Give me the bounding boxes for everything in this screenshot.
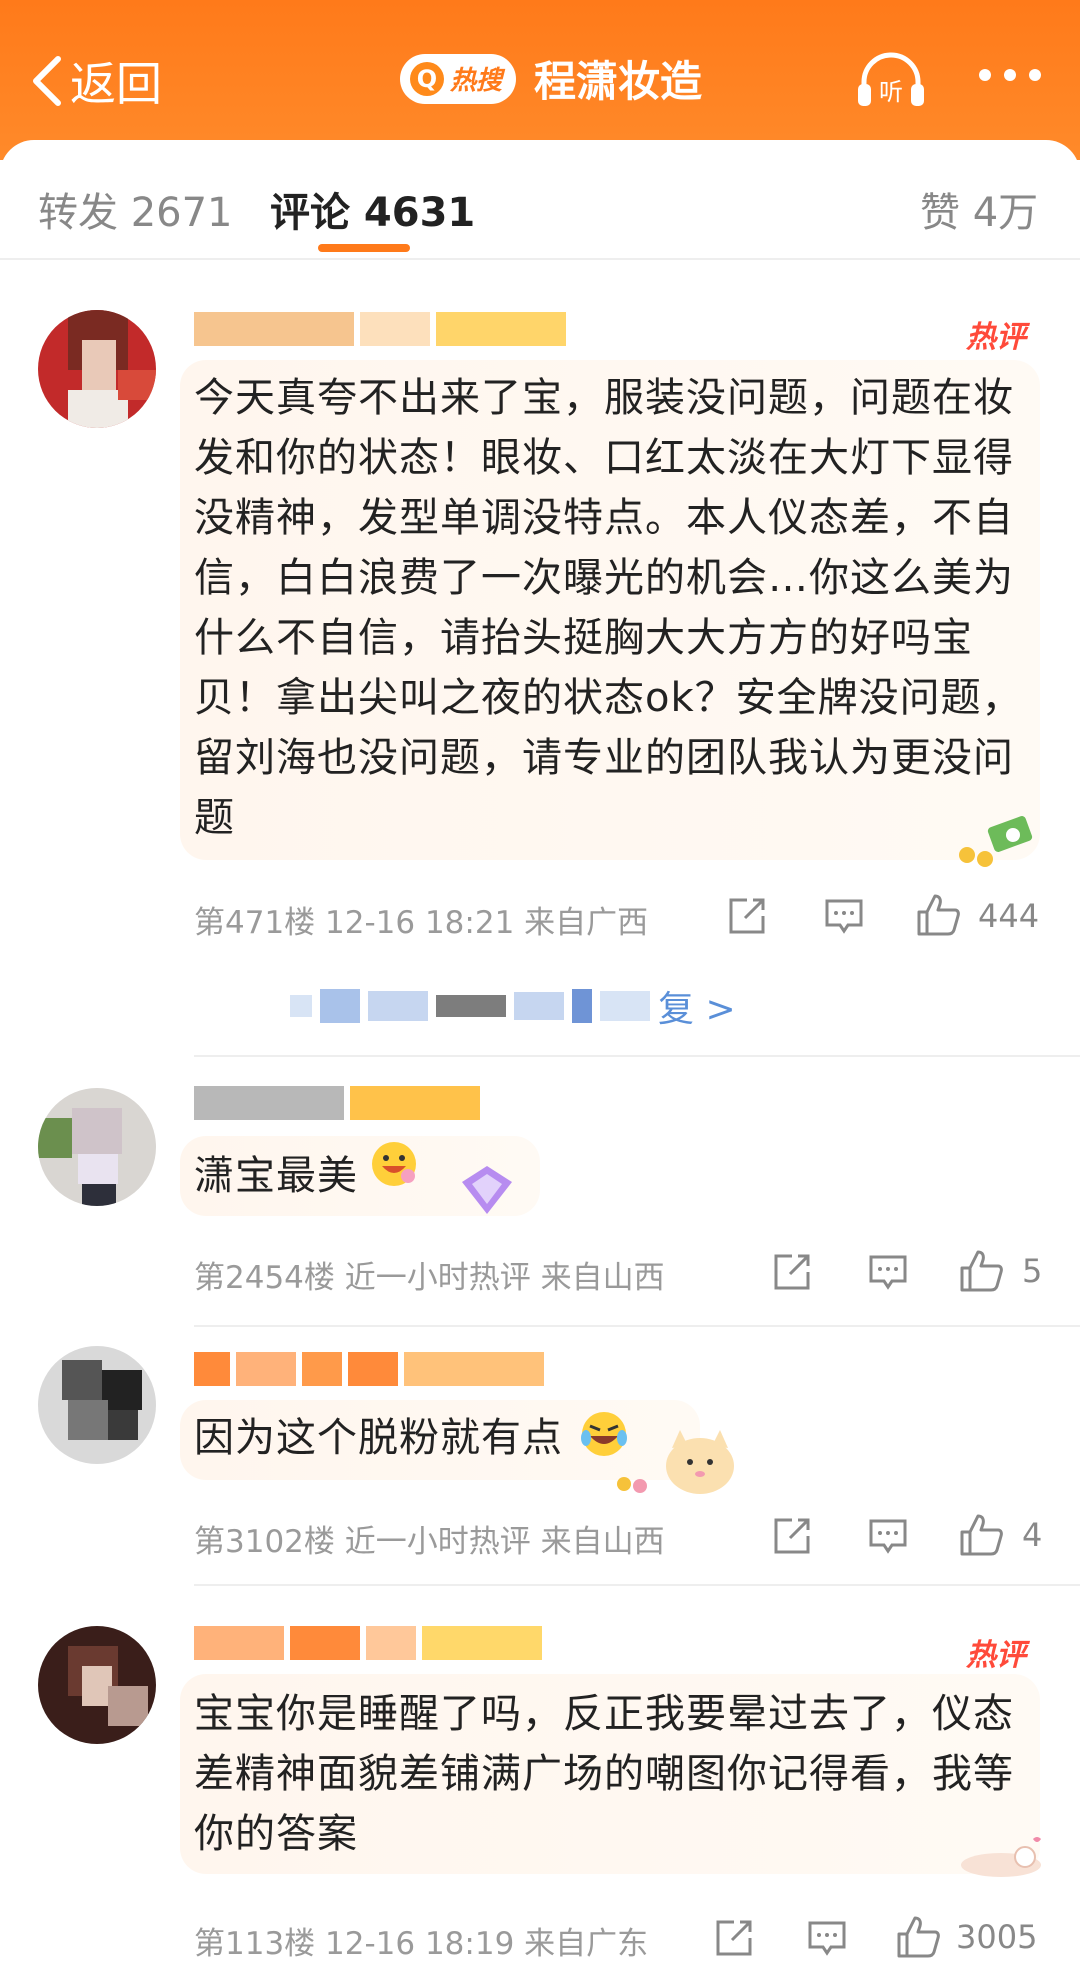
comment-icon[interactable] xyxy=(805,1916,849,1960)
tab-bar: 转发 2671 评论 4631 赞 4万 xyxy=(0,140,1080,260)
share-icon[interactable] xyxy=(725,894,769,938)
avatar-image xyxy=(38,310,156,428)
blurred-name-block xyxy=(194,1352,230,1386)
hot-search-badge[interactable]: Q 热搜 xyxy=(400,53,517,104)
comment-text: 潇宝最美 xyxy=(194,1153,358,1199)
blurred-badge-block xyxy=(436,312,566,346)
blurred-name-block xyxy=(290,1626,360,1660)
headphones-icon: 听 xyxy=(858,52,924,106)
avatar[interactable] xyxy=(38,1626,156,1744)
divider xyxy=(194,1055,1080,1057)
back-button[interactable]: 返回 xyxy=(30,48,162,114)
share-icon[interactable] xyxy=(770,1514,814,1558)
avatar[interactable] xyxy=(38,1088,156,1206)
share-icon[interactable] xyxy=(712,1916,756,1960)
divider xyxy=(194,1325,1080,1327)
sleeping-cat-sticker-icon xyxy=(961,1837,1041,1877)
thumbs-up-icon[interactable] xyxy=(915,892,961,938)
svg-text:听: 听 xyxy=(879,78,903,106)
search-icon: Q xyxy=(410,61,444,96)
comment-text: 今天真夸不出来了宝，服装没问题，问题在妆发和你的状态！眼妆、口红太淡在大灯下显得… xyxy=(194,375,1023,841)
blurred-block xyxy=(514,992,564,1020)
blurred-name-block xyxy=(366,1626,416,1660)
blurred-badge-block xyxy=(422,1626,542,1660)
page-title: 程潇妆造 xyxy=(534,57,703,106)
chevron-left-icon xyxy=(33,56,61,106)
comment-icon[interactable] xyxy=(866,1514,910,1558)
blurred-name-block xyxy=(194,312,354,346)
like-count: 3005 xyxy=(956,1918,1038,1956)
avatar-image xyxy=(38,1088,156,1206)
comment-meta: 第2454楼 近一小时热评 来自山西 xyxy=(194,1260,665,1296)
blurred-block xyxy=(320,989,360,1023)
thumbs-up-icon[interactable] xyxy=(895,1914,941,1960)
tab-reposts[interactable]: 转发 2671 xyxy=(38,180,233,238)
cat-sticker-icon xyxy=(617,1430,734,1494)
blurred-name-block xyxy=(348,1352,398,1386)
view-replies-link[interactable]: 复 > xyxy=(290,980,736,1032)
diamond-badge-icon xyxy=(462,1166,512,1214)
blurred-block xyxy=(290,995,312,1017)
view-replies-label: 复 > xyxy=(658,989,736,1030)
hot-search-label: 热搜 xyxy=(450,66,503,96)
avatar[interactable] xyxy=(38,1346,156,1464)
money-sticker-icon xyxy=(959,816,1033,867)
blurred-block xyxy=(572,989,592,1023)
blurred-name-block xyxy=(302,1352,342,1386)
blurred-name-block xyxy=(194,1086,344,1120)
blurred-name-block xyxy=(360,312,430,346)
more-options-button[interactable] xyxy=(975,60,1045,90)
avatar-image xyxy=(38,1626,156,1744)
blurred-badge-block xyxy=(350,1086,480,1120)
username-blurred[interactable] xyxy=(194,1086,480,1126)
divider xyxy=(194,1584,1080,1586)
top-bar: 返回 Q 热搜 程潇妆造 听 xyxy=(0,0,1080,160)
like-count: 5 xyxy=(1022,1252,1043,1290)
username-blurred[interactable] xyxy=(194,1352,544,1392)
blurred-name-block xyxy=(194,1626,284,1660)
hot-comment-tag: 热评 xyxy=(966,320,1026,355)
username-blurred[interactable] xyxy=(194,312,566,352)
more-dots-icon xyxy=(979,69,1041,81)
tab-likes[interactable]: 赞 4万 xyxy=(920,180,1038,238)
like-count: 4 xyxy=(1022,1516,1043,1554)
comment-meta: 第3102楼 近一小时热评 来自山西 xyxy=(194,1524,665,1560)
thumbs-up-icon[interactable] xyxy=(958,1248,1004,1294)
title-area: Q 热搜 程潇妆造 xyxy=(400,48,702,109)
username-blurred[interactable] xyxy=(194,1626,542,1666)
avatar[interactable] xyxy=(38,310,156,428)
comment-icon[interactable] xyxy=(866,1250,910,1294)
active-tab-indicator xyxy=(318,244,410,252)
share-icon[interactable] xyxy=(770,1250,814,1294)
blurred-name-block xyxy=(236,1352,296,1386)
comment-icon[interactable] xyxy=(822,894,866,938)
comment-text: 宝宝你是睡醒了吗，反正我要晕过去了，仪态差精神面貌差铺满广场的嘲图你记得看，我等… xyxy=(194,1691,1014,1857)
listen-button[interactable]: 听 xyxy=(856,50,926,110)
smiling-emoji-icon xyxy=(372,1142,416,1186)
blurred-block xyxy=(368,991,428,1021)
avatar-image xyxy=(38,1346,156,1464)
blurred-block xyxy=(600,991,650,1021)
comment-meta: 第113楼 12-16 18:19 来自广东 xyxy=(194,1926,649,1962)
blurred-badge-block xyxy=(404,1352,544,1386)
like-count: 444 xyxy=(978,897,1040,935)
comment-meta: 第471楼 12-16 18:21 来自广西 xyxy=(194,905,649,941)
blurred-block xyxy=(436,995,506,1017)
tab-comments[interactable]: 评论 4631 xyxy=(270,180,475,238)
hot-comment-tag: 热评 xyxy=(966,1638,1026,1673)
thumbs-up-icon[interactable] xyxy=(958,1512,1004,1558)
back-label: 返回 xyxy=(70,57,162,111)
